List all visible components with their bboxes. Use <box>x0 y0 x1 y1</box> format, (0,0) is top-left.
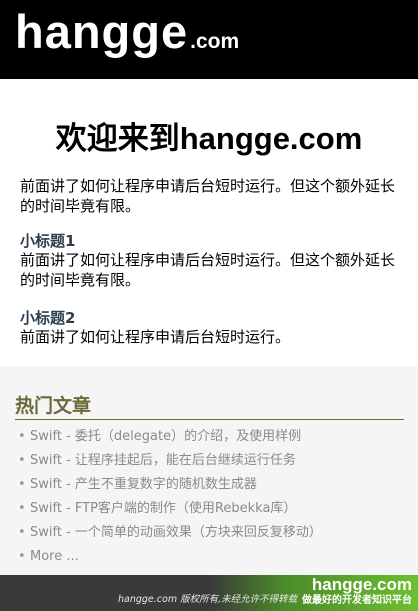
section-2-heading: 小标题2 <box>20 309 76 327</box>
bullet-icon: • <box>18 453 26 468</box>
section-1-text: 前面讲了如何让程序申请后台短时运行。但这个额外延长的时间毕竟有限。 <box>20 251 396 289</box>
bullet-icon: • <box>18 429 26 444</box>
logo-main-text: hangge <box>15 5 189 58</box>
hot-article-link[interactable]: Swift - FTP客户端的制作（使用Rebekka库） <box>30 501 296 516</box>
hot-article-item[interactable]: • Swift - 一个简单的动画效果（方块来回反复移动） <box>18 521 322 545</box>
bullet-icon: • <box>18 477 26 492</box>
section-2-text: 前面讲了如何让程序申请后台短时运行。 <box>20 328 291 346</box>
more-link-item[interactable]: • More ... <box>18 545 322 569</box>
more-link[interactable]: More ... <box>30 549 79 564</box>
hot-article-item[interactable]: • Swift - FTP客户端的制作（使用Rebekka库） <box>18 497 322 521</box>
copyright-text: hangge.com 版权所有,未经允许不得转载 <box>118 594 298 605</box>
hot-article-item[interactable]: • Swift - 让程序挂起后，能在后台继续运行任务 <box>18 449 322 473</box>
bullet-icon: • <box>18 549 26 564</box>
site-footer: hangge.com 版权所有,未经允许不得转载 hangge.com 做最好的… <box>0 575 418 611</box>
hot-article-link[interactable]: Swift - 委托（delegate）的介绍，及使用样例 <box>30 429 301 444</box>
hot-articles-divider <box>15 419 404 420</box>
bullet-icon: • <box>18 501 26 516</box>
watermark-subtitle: 做最好的开发者知识平台 <box>302 595 412 606</box>
page-title: 欢迎来到hangge.com <box>55 121 363 156</box>
hot-article-item[interactable]: • Swift - 产生不重复数字的随机数生成器 <box>18 473 322 497</box>
bullet-icon: • <box>18 525 26 540</box>
watermark-title: hangge.com <box>311 575 412 594</box>
hot-article-link[interactable]: Swift - 一个简单的动画效果（方块来回反复移动） <box>30 525 322 540</box>
hot-article-item[interactable]: • Swift - 委托（delegate）的介绍，及使用样例 <box>18 425 322 449</box>
hot-article-link[interactable]: Swift - 让程序挂起后，能在后台继续运行任务 <box>30 453 296 468</box>
hot-articles-title: 热门文章 <box>15 395 92 417</box>
section-1-heading: 小标题1 <box>20 232 76 250</box>
hot-articles-list: • Swift - 委托（delegate）的介绍，及使用样例 • Swift - … <box>18 425 322 569</box>
logo-tld-text: .com <box>190 30 240 53</box>
hot-article-link[interactable]: Swift - 产生不重复数字的随机数生成器 <box>30 477 257 492</box>
site-header: hangge.com <box>0 0 418 79</box>
main-content: 欢迎来到hangge.com 前面讲了如何让程序申请后台短时运行。但这个额外延长… <box>0 79 418 366</box>
watermark: hangge.com 做最好的开发者知识平台 <box>302 575 412 608</box>
intro-paragraph: 前面讲了如何让程序申请后台短时运行。但这个额外延长的时间毕竟有限。 <box>20 177 396 215</box>
hot-articles-panel: 热门文章 • Swift - 委托（delegate）的介绍，及使用样例 • Swi… <box>0 366 418 575</box>
site-logo[interactable]: hangge.com <box>15 8 239 55</box>
